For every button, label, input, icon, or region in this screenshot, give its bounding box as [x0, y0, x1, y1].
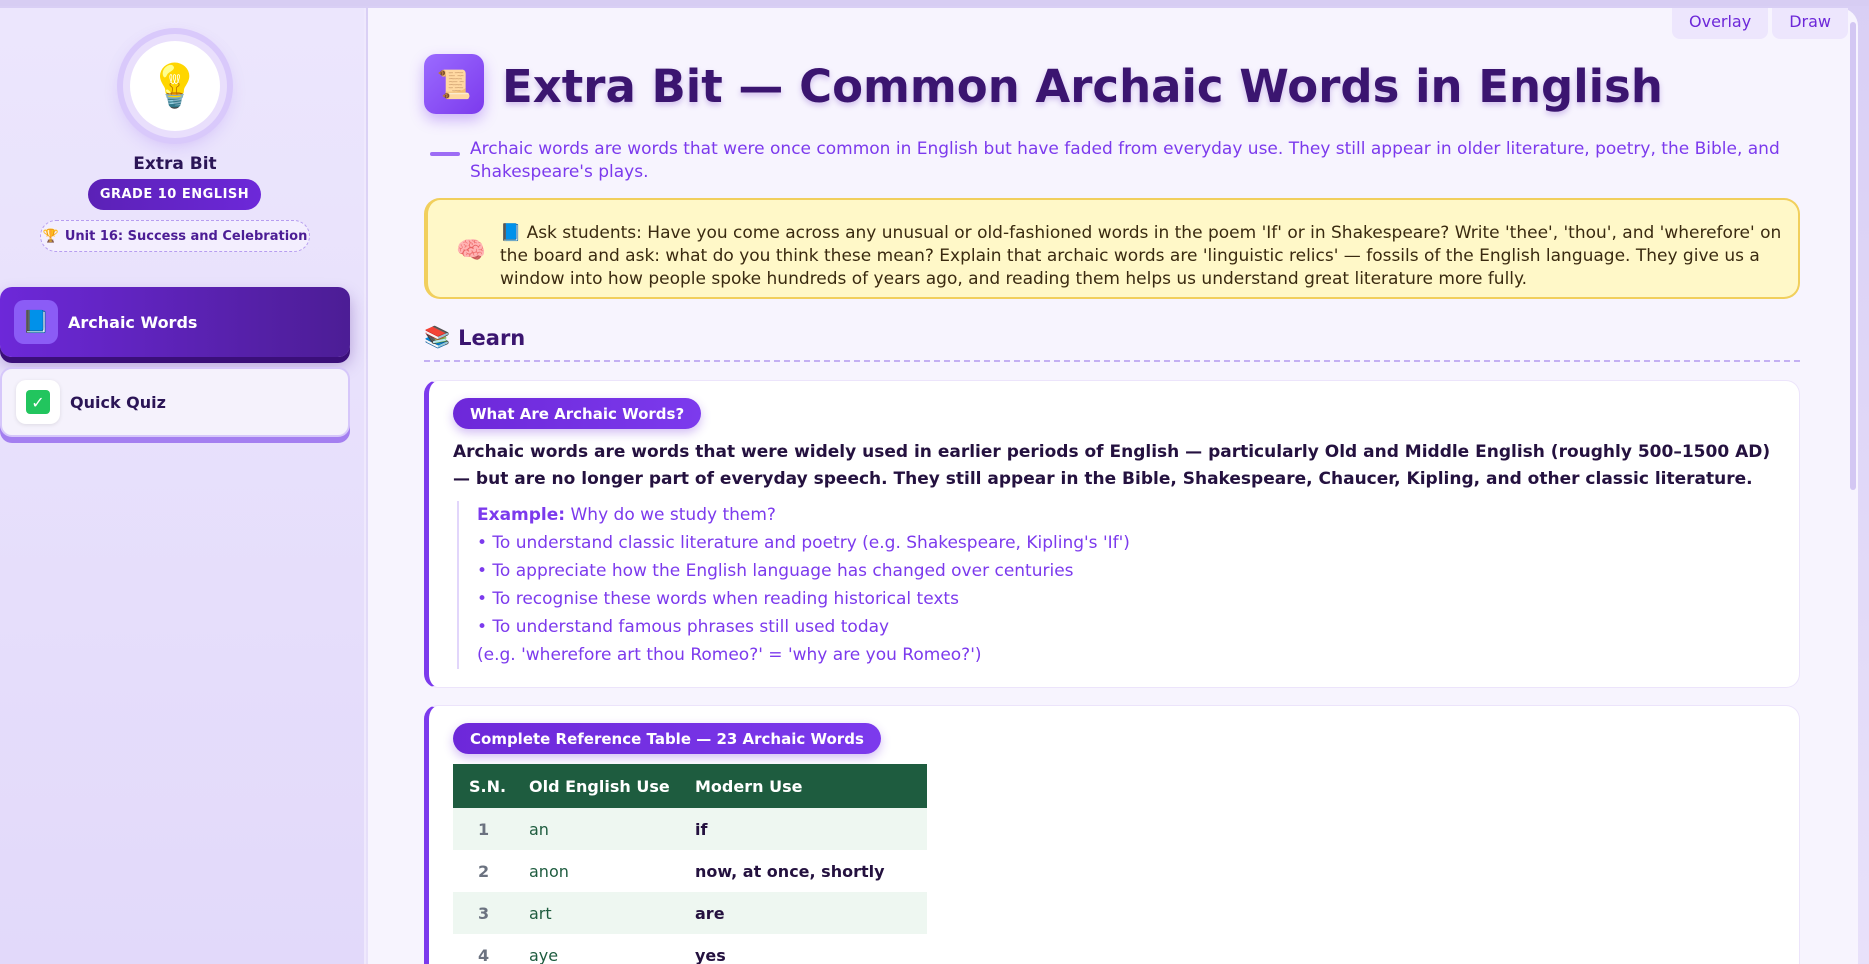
table-cell: 3 — [453, 892, 529, 934]
table-row: 2 anon now, at once, shortly — [453, 850, 927, 892]
books-icon: 📚 — [424, 325, 451, 349]
table-cell: if — [695, 808, 927, 850]
brain-icon: 🧠 — [456, 236, 486, 264]
list-item: • To understand famous phrases still use… — [477, 617, 890, 637]
page-subtitle: Archaic words are words that were once c… — [470, 139, 1780, 182]
divider — [424, 360, 1800, 362]
check-icon: ✓ — [16, 380, 60, 424]
book-icon: 📘 — [14, 300, 58, 344]
example-label: Example: — [477, 505, 566, 525]
card-what-are-archaic-words: What Are Archaic Words? Archaic words ar… — [424, 380, 1800, 688]
draw-button[interactable]: Draw — [1772, 8, 1848, 39]
table-row: 3 art are — [453, 892, 927, 934]
sidebar-item-quick-quiz[interactable]: ✓ Quick Quiz — [0, 367, 350, 437]
card-heading: Complete Reference Table — 23 Archaic Wo… — [453, 723, 881, 754]
list-item: • To appreciate how the English language… — [477, 561, 1074, 581]
unit-badge: 🏆 Unit 16: Success and Celebration — [40, 220, 310, 252]
column-header: Old English Use — [529, 764, 695, 808]
main-content: Overlay Draw 📜 Extra Bit — Common Archai… — [368, 8, 1858, 964]
column-header: S.N. — [453, 764, 529, 808]
example-question: Why do we study them? — [570, 505, 776, 525]
table-cell: art — [529, 892, 695, 934]
sidebar-item-label: Archaic Words — [68, 312, 198, 332]
subtitle-accent — [430, 152, 460, 156]
table-cell: anon — [529, 861, 569, 881]
scrollbar[interactable] — [1850, 22, 1856, 490]
table-cell: 4 — [478, 945, 490, 964]
example-line: Example: Why do we study them? — [477, 501, 1757, 529]
overlay-button[interactable]: Overlay — [1672, 8, 1769, 39]
grade-badge: GRADE 10 ENGLISH — [88, 179, 261, 210]
teacher-tip: 🧠 📘 Ask students: Have you come across a… — [424, 198, 1800, 299]
sidebar-item-label: Quick Quiz — [70, 392, 166, 412]
example-block: Example: Why do we study them? • To unde… — [457, 501, 1757, 669]
page-title: Extra Bit — Common Archaic Words in Engl… — [502, 60, 1663, 113]
table-cell: an — [529, 808, 695, 850]
table-cell: 1 — [453, 808, 529, 850]
card-body: Archaic words are words that were widely… — [453, 442, 1771, 489]
table-cell: yes — [695, 945, 726, 964]
unit-label: Unit 16: Success and Celebration — [64, 228, 308, 244]
sidebar-item-archaic-words[interactable]: 📘 Archaic Words — [0, 287, 350, 357]
logo: 💡 — [123, 34, 227, 138]
table-cell: now, at once, shortly — [695, 861, 885, 881]
table-header-row: S.N. Old English Use Modern Use — [453, 764, 927, 808]
learn-heading: 📚 Learn — [424, 325, 525, 350]
reference-table: S.N. Old English Use Modern Use 1 an if … — [453, 764, 927, 964]
list-item: • To understand classic literature and p… — [477, 533, 1130, 553]
top-toolbar: Overlay Draw — [1672, 8, 1848, 39]
table-cell: aye — [529, 945, 559, 964]
list-item: (e.g. 'wherefore art thou Romeo?' = 'why… — [477, 645, 982, 665]
column-header: Modern Use — [695, 764, 927, 808]
scroll-icon: 📜 — [424, 54, 484, 114]
card-heading: What Are Archaic Words? — [453, 398, 702, 429]
top-strip — [0, 0, 1869, 6]
card-reference-table: Complete Reference Table — 23 Archaic Wo… — [424, 705, 1800, 964]
lightbulb-icon: 💡 — [130, 41, 220, 131]
tip-text: 📘 Ask students: Have you come across any… — [500, 223, 1782, 289]
trophy-icon: 🏆 — [42, 228, 59, 244]
sidebar: 💡 Extra Bit GRADE 10 ENGLISH 🏆 Unit 16: … — [0, 8, 366, 964]
learn-label: Learn — [458, 325, 526, 350]
table-row: 1 an if — [453, 808, 927, 850]
table-cell: are — [695, 892, 927, 934]
table-row: 4 aye yes — [453, 934, 927, 964]
brand-name: Extra Bit — [133, 154, 217, 174]
list-item: • To recognise these words when reading … — [477, 589, 959, 609]
table-cell: 2 — [478, 861, 490, 881]
